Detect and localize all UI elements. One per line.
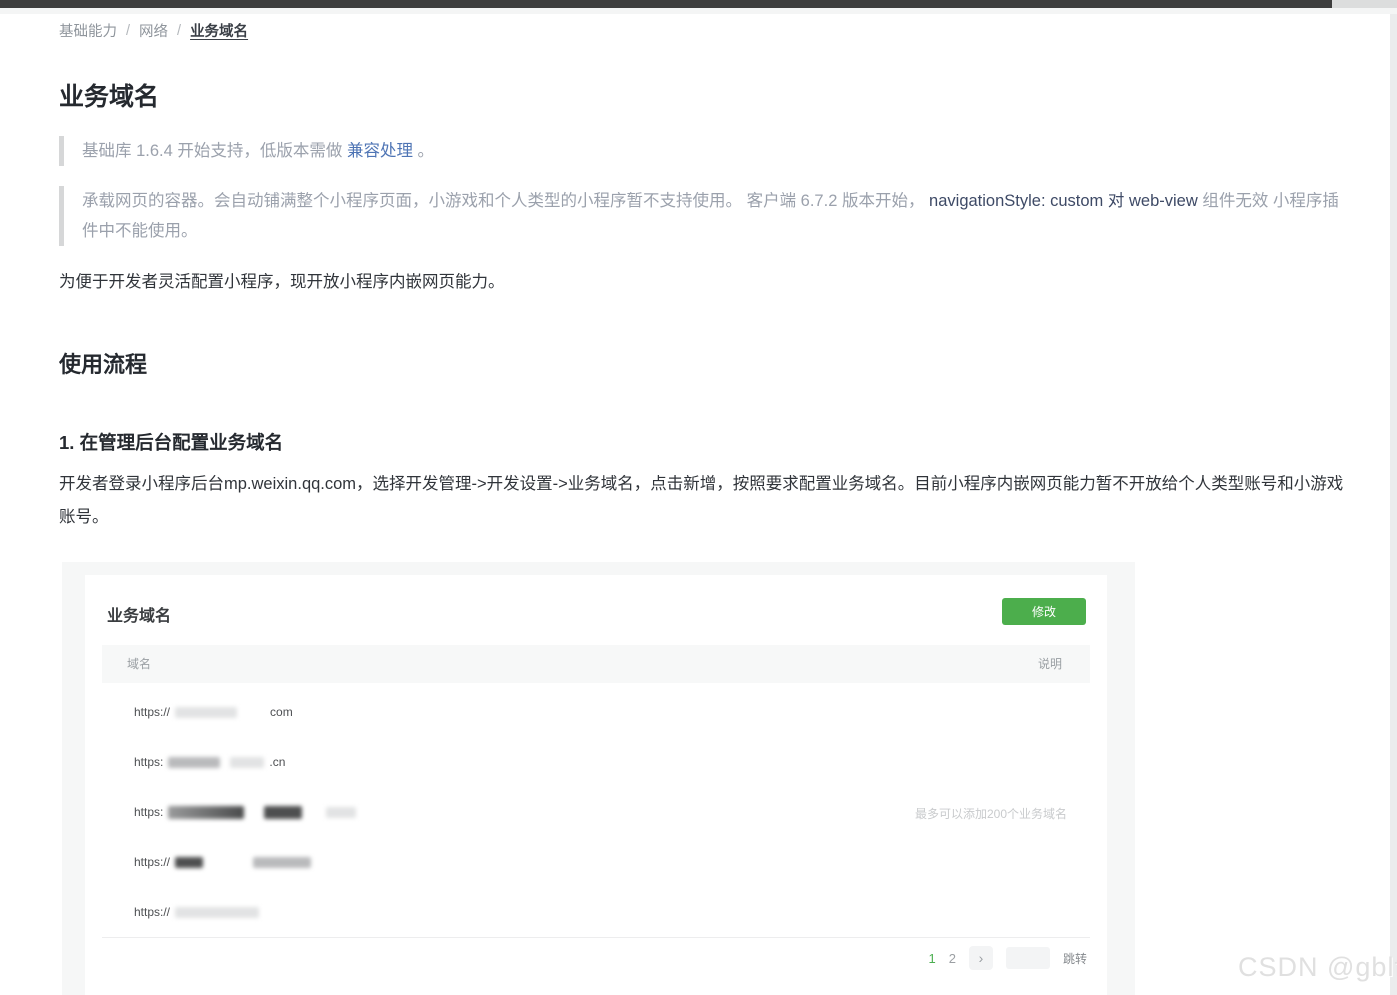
compat-note-tail: 。 bbox=[413, 142, 434, 160]
table-row: https: .cn bbox=[102, 737, 1090, 787]
redacted-segment bbox=[230, 757, 264, 768]
table-row: https:// bbox=[102, 887, 1090, 937]
breadcrumb-item-current[interactable]: 业务域名 bbox=[190, 20, 248, 41]
domain-limit-note: 最多可以添加200个业务域名 bbox=[915, 805, 1067, 822]
step-body-paragraph: 开发者登录小程序后台mp.weixin.qq.com，选择开发管理->开发设置-… bbox=[59, 468, 1347, 534]
page-jump-button[interactable]: 跳转 bbox=[1063, 950, 1087, 967]
domain-prefix: https: bbox=[134, 805, 163, 819]
next-page-button[interactable]: › bbox=[969, 946, 993, 970]
column-header-description: 说明 bbox=[1038, 645, 1062, 683]
scrollbar-track[interactable] bbox=[1390, 14, 1397, 995]
chevron-right-icon: › bbox=[979, 950, 984, 966]
table-header-row: 域名 说明 bbox=[102, 645, 1090, 683]
page-jump-input[interactable] bbox=[1006, 947, 1050, 969]
intro-paragraph: 为便于开发者灵活配置小程序，现开放小程序内嵌网页能力。 bbox=[59, 268, 505, 292]
pagination: 1 2 › 跳转 bbox=[929, 946, 1087, 970]
redacted-segment bbox=[175, 707, 237, 718]
breadcrumb-item-network[interactable]: 网络 bbox=[139, 20, 168, 41]
panel-title: 业务域名 bbox=[107, 602, 171, 626]
web-view-code: web-view bbox=[1129, 192, 1198, 210]
table-bottom-divider bbox=[102, 937, 1090, 938]
breadcrumb-separator: / bbox=[126, 23, 130, 39]
domain-cell: https:// com bbox=[134, 687, 293, 737]
redacted-segment bbox=[264, 806, 302, 819]
redacted-segment bbox=[168, 806, 244, 819]
domain-cell: https: bbox=[134, 787, 361, 837]
domain-prefix: https:// bbox=[134, 855, 170, 869]
table-row: https:// bbox=[102, 837, 1090, 887]
domain-suffix: .cn bbox=[269, 755, 285, 769]
domain-cell: https: .cn bbox=[134, 737, 285, 787]
compatibility-note: 基础库 1.6.4 开始支持，低版本需做 兼容处理 。 bbox=[59, 136, 1345, 166]
business-domain-panel: 业务域名 修改 域名 说明 https:// com https: .cn http… bbox=[85, 575, 1107, 995]
breadcrumb-separator: / bbox=[177, 23, 181, 39]
domain-cell: https:// bbox=[134, 837, 316, 887]
step-heading-configure-domain: 1. 在管理后台配置业务域名 bbox=[59, 429, 283, 455]
domain-cell: https:// bbox=[134, 887, 264, 937]
container-note-text-1: 承载网页的容器。会自动铺满整个小程序页面，小游戏和个人类型的小程序暂不支持使用。… bbox=[82, 192, 929, 210]
domain-suffix: com bbox=[270, 705, 293, 719]
domain-prefix: https:// bbox=[134, 905, 170, 919]
page-title: 业务域名 bbox=[59, 77, 159, 113]
redacted-segment bbox=[253, 857, 311, 868]
redacted-segment bbox=[175, 907, 259, 918]
breadcrumb: 基础能力 / 网络 / 业务域名 bbox=[59, 20, 248, 41]
admin-screenshot: 业务域名 修改 域名 说明 https:// com https: .cn http… bbox=[62, 562, 1135, 995]
redacted-segment bbox=[168, 757, 220, 768]
breadcrumb-item-base-capability[interactable]: 基础能力 bbox=[59, 20, 117, 41]
compat-handling-link[interactable]: 兼容处理 bbox=[347, 142, 413, 160]
container-note: 承载网页的容器。会自动铺满整个小程序页面，小游戏和个人类型的小程序暂不支持使用。… bbox=[59, 186, 1345, 246]
csdn-watermark: CSDN @gblfy bbox=[1238, 952, 1397, 983]
page-2-button[interactable]: 2 bbox=[949, 951, 956, 966]
section-heading-usage-flow: 使用流程 bbox=[59, 347, 147, 379]
table-row: https:// com bbox=[102, 687, 1090, 737]
domain-prefix: https:// bbox=[134, 705, 170, 719]
page-1-button[interactable]: 1 bbox=[929, 951, 936, 966]
doc-page: 基础能力 / 网络 / 业务域名 业务域名 基础库 1.6.4 开始支持，低版本… bbox=[0, 0, 1397, 995]
domain-prefix: https: bbox=[134, 755, 163, 769]
container-note-text-2: 对 bbox=[1103, 192, 1129, 210]
redacted-segment bbox=[326, 807, 356, 818]
redacted-segment bbox=[175, 857, 203, 868]
navigation-style-code: navigationStyle: custom bbox=[929, 192, 1103, 210]
top-divider-strip bbox=[0, 8, 1397, 14]
top-chrome-bar bbox=[0, 0, 1332, 8]
compat-note-text: 基础库 1.6.4 开始支持，低版本需做 bbox=[82, 142, 347, 160]
top-chrome-bar-end bbox=[1332, 0, 1397, 8]
column-header-domain: 域名 bbox=[127, 645, 151, 683]
modify-button[interactable]: 修改 bbox=[1002, 598, 1086, 625]
